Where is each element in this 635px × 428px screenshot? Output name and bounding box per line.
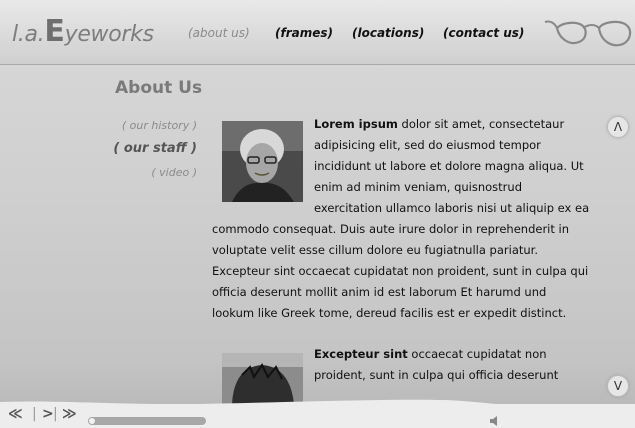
control-divider: | (53, 406, 58, 422)
volume-icon[interactable] (489, 415, 501, 427)
chevron-up-icon: Λ (613, 120, 623, 134)
text-line: proident, sunt in culpa qui officia dese… (314, 368, 559, 382)
text-line: Lorem ipsum dolor sit amet, consectetaur (314, 117, 565, 131)
bar-wave-decoration (0, 399, 635, 408)
text-line: officia deserunt mollit anim id est labo… (212, 285, 547, 299)
staff-photo (222, 121, 303, 202)
playback-progress-bar[interactable] (88, 417, 206, 425)
text-line: lookum like Greek tome, dereud facilis e… (212, 306, 567, 320)
subnav-our-staff[interactable]: ( our staff ) (113, 141, 197, 156)
text-line: voluptate velit esse cillum dolore eu fu… (212, 243, 538, 257)
logo-initial: E (44, 14, 65, 49)
text-line: commodo consequat. Duis aute irure dolor… (212, 222, 570, 236)
page-title: About Us (115, 78, 203, 98)
eyeglasses-icon (544, 20, 632, 47)
scroll-down-button[interactable]: V (607, 375, 629, 397)
text-line: incididunt ut labore et dolore magna ali… (314, 159, 584, 173)
logo-suffix: yeworks (64, 22, 154, 47)
play-button[interactable]: > (42, 406, 54, 422)
text-line: Excepteur sint occaecat cupidatat non (314, 347, 547, 361)
nav-locations[interactable]: (locations) (352, 26, 424, 40)
header-bar: l.a.Eyeworks (about us) (frames) (locati… (0, 0, 635, 65)
chevron-down-icon: V (613, 379, 623, 393)
subnav-our-history[interactable]: ( our history ) (122, 119, 197, 132)
playback-progress-knob[interactable] (89, 418, 95, 424)
control-divider: | (32, 406, 37, 422)
nav-contact-us[interactable]: (contact us) (443, 26, 524, 40)
nav-frames[interactable]: (frames) (275, 26, 333, 40)
staff-photo-image (222, 121, 303, 202)
text-line: exercitation ullamco laboris nisi ut ali… (314, 201, 590, 215)
text-line: Excepteur sint occaecat cupidatat non pr… (212, 264, 589, 278)
logo[interactable]: l.a.Eyeworks (12, 14, 154, 49)
text-line: enim ad minim veniam, quisnostrud (314, 180, 522, 194)
rewind-button[interactable]: ≪ (8, 406, 23, 422)
page: l.a.Eyeworks (about us) (frames) (locati… (0, 0, 635, 428)
nav-about-us[interactable]: (about us) (188, 26, 250, 40)
subnav-video[interactable]: ( video ) (151, 166, 197, 179)
scroll-up-button[interactable]: Λ (607, 116, 629, 138)
text-line: adipisicing elit, sed do eiusmod tempor (314, 138, 541, 152)
logo-prefix: l.a. (12, 22, 45, 47)
forward-button[interactable]: ≫ (62, 406, 77, 422)
